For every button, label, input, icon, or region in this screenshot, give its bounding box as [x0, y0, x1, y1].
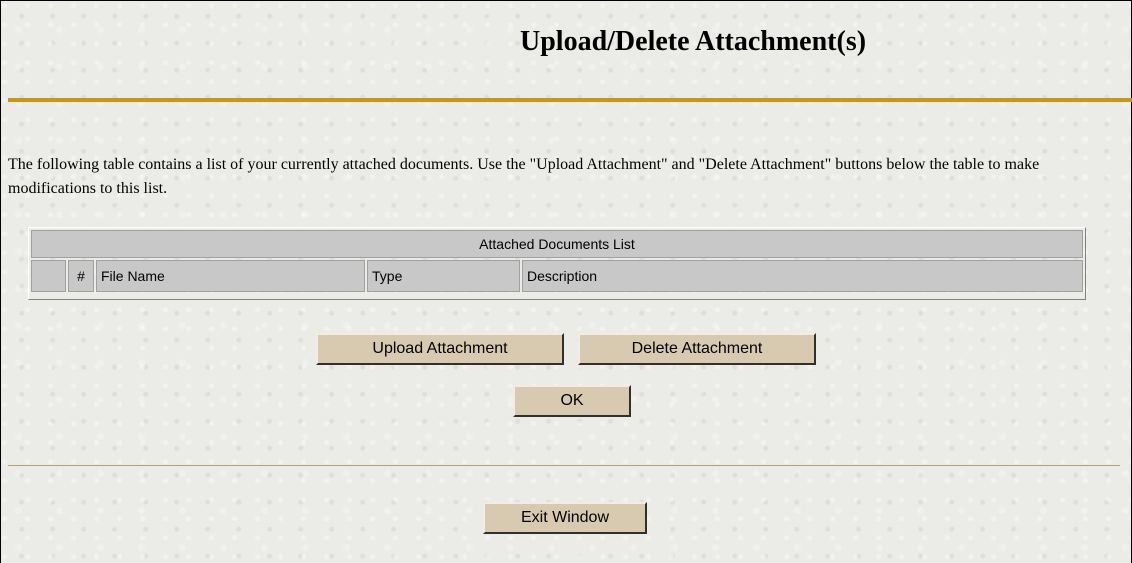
section-divider [8, 465, 1120, 467]
page-title: Upload/Delete Attachment(s) [520, 26, 867, 57]
column-header-description: Description [522, 260, 1083, 292]
intro-text: The following table contains a list of y… [8, 156, 1040, 197]
column-header-file-name: File Name [96, 260, 365, 292]
table-header-row: # File Name Type Description [31, 260, 1083, 292]
column-header-select [31, 260, 66, 292]
exit-window-button[interactable]: Exit Window [483, 502, 647, 534]
delete-attachment-button[interactable]: Delete Attachment [578, 333, 816, 365]
table-caption: Attached Documents List [31, 230, 1083, 258]
upload-attachment-button[interactable]: Upload Attachment [316, 333, 564, 365]
column-header-type: Type [367, 260, 520, 292]
attached-documents-table: Attached Documents List # File Name Type… [28, 227, 1086, 300]
column-header-number: # [68, 260, 94, 292]
title-divider [8, 98, 1132, 102]
ok-button[interactable]: OK [513, 385, 631, 417]
